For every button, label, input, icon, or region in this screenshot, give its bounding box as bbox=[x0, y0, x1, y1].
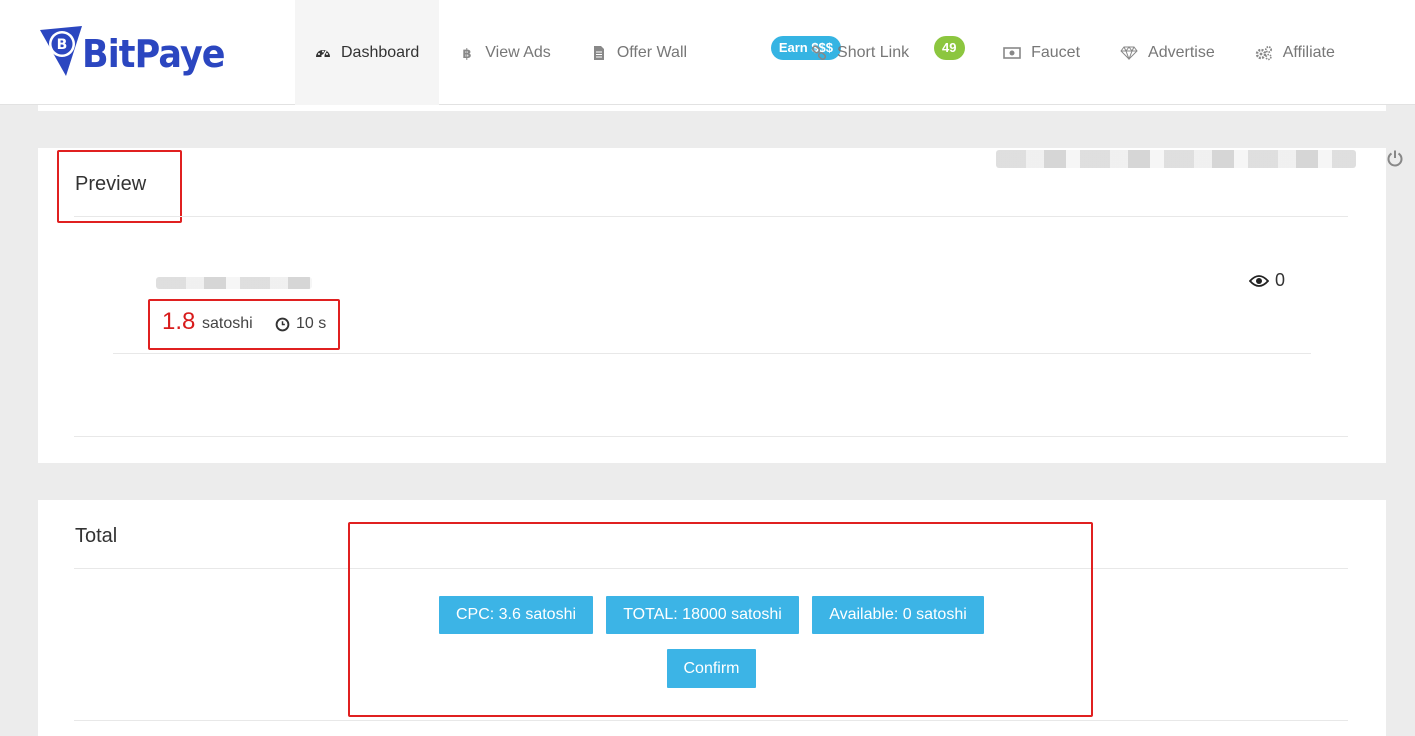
divider bbox=[74, 216, 1348, 217]
total-panel: Total CPC: 3.6 satoshi TOTAL: 18000 sato… bbox=[38, 500, 1386, 736]
svg-text:B: B bbox=[57, 37, 68, 53]
content-top-strip bbox=[38, 105, 1386, 111]
nav-offer-wall[interactable]: Offer Wall Earn $$$ bbox=[571, 0, 842, 105]
nav-label: Offer Wall bbox=[616, 43, 688, 61]
eye-icon bbox=[1249, 274, 1269, 287]
ad-timer: 10 s bbox=[275, 315, 326, 333]
shortlink-count-badge: 49 bbox=[934, 36, 965, 60]
nav-label: Dashboard bbox=[341, 43, 420, 61]
divider bbox=[74, 720, 1348, 721]
reward-unit: satoshi bbox=[202, 315, 253, 332]
nav-label: View Ads bbox=[485, 43, 551, 61]
clock-icon bbox=[275, 317, 290, 331]
diamond-icon bbox=[1120, 45, 1138, 61]
view-count: 0 bbox=[1249, 270, 1285, 291]
highlight-box-preview-title bbox=[57, 150, 182, 223]
views-value: 0 bbox=[1275, 270, 1286, 290]
power-icon[interactable] bbox=[1386, 149, 1404, 167]
divider bbox=[74, 436, 1348, 437]
dashboard-icon bbox=[315, 45, 331, 61]
svg-text:฿: ฿ bbox=[463, 47, 472, 61]
total-title: Total bbox=[75, 525, 118, 547]
nav-label: Short Link bbox=[837, 43, 910, 61]
bitcoin-shield-icon: B bbox=[40, 26, 82, 76]
confirm-button[interactable]: Confirm bbox=[667, 649, 756, 688]
nav-label: Faucet bbox=[1031, 43, 1081, 61]
document-icon bbox=[591, 45, 607, 61]
money-icon bbox=[1003, 45, 1021, 61]
main-nav: Dashboard ฿ View Ads Offer Wall Earn $$$… bbox=[295, 0, 1355, 105]
nav-advertise[interactable]: Advertise bbox=[1100, 0, 1235, 105]
cpc-label: CPC: 3.6 satoshi bbox=[439, 596, 593, 634]
nav-faucet[interactable]: Faucet bbox=[983, 0, 1100, 105]
nav-label: Advertise bbox=[1148, 43, 1215, 61]
blurred-user-info bbox=[996, 150, 1356, 168]
blurred-ad-title[interactable] bbox=[156, 277, 312, 289]
nav-dashboard[interactable]: Dashboard bbox=[295, 0, 440, 105]
divider bbox=[113, 353, 1311, 354]
timer-value: 10 s bbox=[296, 315, 327, 332]
nav-label: Affiliate bbox=[1282, 43, 1335, 61]
brand-logo[interactable]: B BitPaye bbox=[36, 24, 237, 80]
nav-view-ads[interactable]: ฿ View Ads bbox=[439, 0, 571, 105]
total-label: TOTAL: 18000 satoshi bbox=[606, 596, 799, 634]
preview-panel: Preview 1.8 satoshi 10 s 0 bbox=[38, 148, 1386, 463]
gears-icon bbox=[1255, 45, 1273, 61]
brand-name: BitPaye bbox=[82, 32, 226, 76]
bitcoin-icon: ฿ bbox=[459, 45, 475, 61]
available-label: Available: 0 satoshi bbox=[812, 596, 984, 634]
top-header: B BitPaye Dashboard ฿ View Ads Offer Wal… bbox=[0, 0, 1415, 105]
nav-affiliate[interactable]: Affiliate bbox=[1235, 0, 1355, 105]
reward-value: 1.8 bbox=[162, 308, 196, 335]
link-icon bbox=[811, 45, 827, 61]
nav-short-link[interactable]: Short Link 49 bbox=[791, 0, 983, 105]
